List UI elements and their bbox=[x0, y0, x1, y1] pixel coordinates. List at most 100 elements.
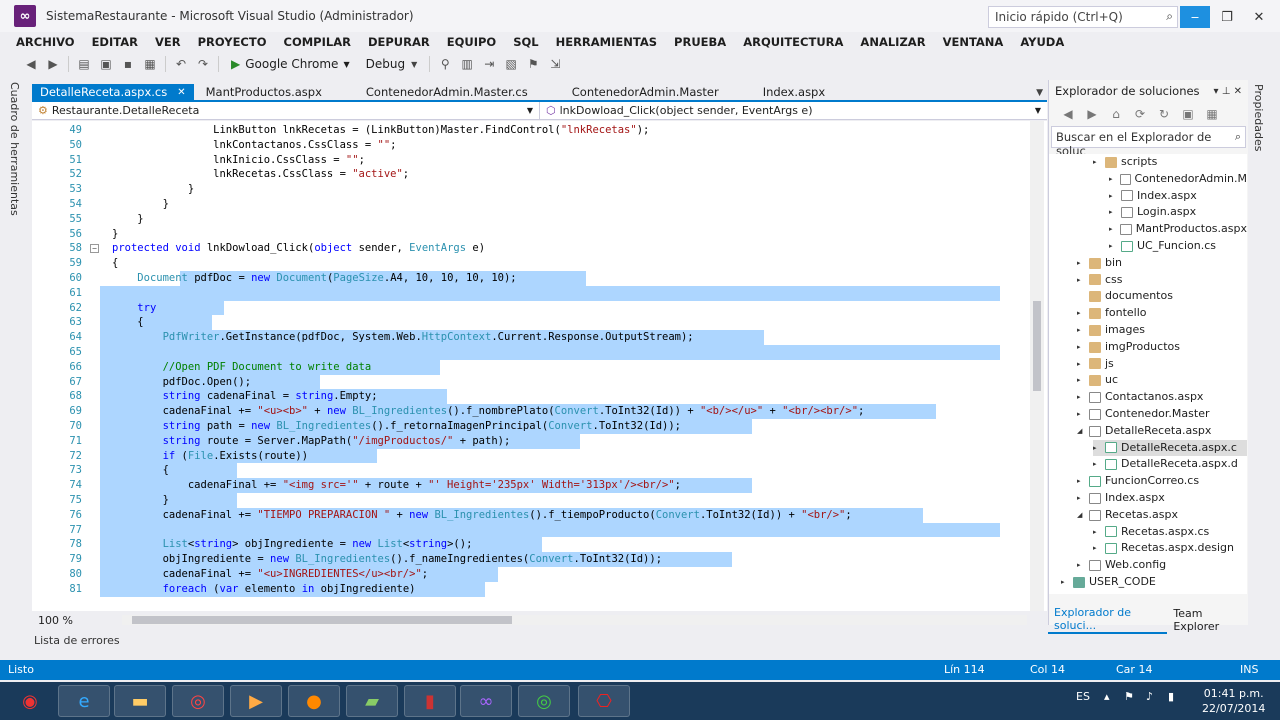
menu-herramientas[interactable]: HERRAMIENTAS bbox=[556, 35, 657, 49]
back-icon[interactable]: ◀ bbox=[24, 57, 38, 71]
tree-item[interactable]: ▸ uc bbox=[1077, 372, 1247, 389]
code-line[interactable]: 61 bbox=[32, 285, 1032, 301]
solution-search-input[interactable]: Buscar en el Explorador de soluc ⌕ bbox=[1051, 126, 1246, 158]
taskbar-app-dark[interactable]: ▮ bbox=[404, 685, 456, 717]
expand-arrow-icon[interactable]: ▸ bbox=[1077, 406, 1085, 423]
tab-contenedoradmin-cs[interactable]: ContenedorAdmin.Master.cs bbox=[330, 84, 536, 100]
tab-index[interactable]: Index.aspx bbox=[727, 84, 833, 100]
taskbar-chrome-2[interactable]: ◎ bbox=[518, 685, 570, 717]
expand-arrow-icon[interactable]: ▸ bbox=[1077, 490, 1085, 507]
chevron-down-icon[interactable]: ▼ bbox=[1032, 84, 1047, 100]
tree-item[interactable]: ▸ css bbox=[1077, 272, 1247, 289]
tree-item[interactable]: documentos bbox=[1077, 288, 1247, 305]
menu-editar[interactable]: EDITAR bbox=[92, 35, 138, 49]
close-button[interactable]: ✕ bbox=[1244, 6, 1274, 28]
tree-item[interactable]: ▸ fontello bbox=[1077, 305, 1247, 322]
forward-icon[interactable]: ▶ bbox=[46, 57, 60, 71]
tree-item[interactable]: ▸ Web.config bbox=[1077, 557, 1247, 574]
code-line[interactable]: 59 { bbox=[32, 256, 1032, 271]
collapse-icon[interactable]: − bbox=[90, 244, 99, 254]
tree-item[interactable]: ▸ Index.aspx bbox=[1077, 490, 1247, 507]
scrollbar-thumb[interactable] bbox=[132, 616, 512, 624]
code-line[interactable]: 56} bbox=[32, 227, 1032, 242]
code-line[interactable]: 54 } bbox=[32, 197, 1032, 212]
bookmark-next-icon[interactable]: ⇲ bbox=[548, 57, 562, 71]
code-line[interactable]: 67 pdfDoc.Open(); bbox=[32, 374, 1032, 390]
code-line[interactable]: 51 lnkInicio.CssClass = ""; bbox=[32, 153, 1032, 168]
properties-tab[interactable]: Propiedades bbox=[1252, 84, 1265, 151]
code-editor[interactable]: 49 LinkButton lnkRecetas = (LinkButton)M… bbox=[32, 121, 1047, 611]
menu-ventana[interactable]: VENTANA bbox=[943, 35, 1004, 49]
menu-compilar[interactable]: COMPILAR bbox=[284, 35, 351, 49]
code-line[interactable]: 52 lnkRecetas.CssClass = "active"; bbox=[32, 167, 1032, 182]
expand-arrow-icon[interactable]: ◢ bbox=[1077, 423, 1085, 440]
minimize-button[interactable]: ‒ bbox=[1180, 6, 1210, 28]
expand-arrow-icon[interactable]: ▸ bbox=[1093, 540, 1101, 557]
expand-arrow-icon[interactable]: ▸ bbox=[1109, 188, 1117, 205]
tree-item[interactable]: ◢ Recetas.aspx bbox=[1077, 507, 1247, 524]
expand-arrow-icon[interactable]: ▸ bbox=[1077, 272, 1085, 289]
toolbox-tab[interactable]: Cuadro de herramientas bbox=[8, 82, 21, 216]
tree-item[interactable]: ▸ Login.aspx bbox=[1109, 204, 1247, 221]
forward-icon[interactable]: ▶ bbox=[1085, 107, 1099, 121]
properties-icon[interactable]: ▦ bbox=[1205, 107, 1219, 121]
code-line[interactable]: 73 { bbox=[32, 463, 1032, 479]
new-project-icon[interactable]: ▤ bbox=[77, 57, 91, 71]
volume-icon[interactable]: ♪ bbox=[1146, 690, 1153, 703]
tree-item[interactable]: ▸ js bbox=[1077, 356, 1247, 373]
tree-item[interactable]: ▸ USER_CODE bbox=[1061, 574, 1247, 591]
menu-ver[interactable]: VER bbox=[155, 35, 181, 49]
menu-arquitectura[interactable]: ARQUITECTURA bbox=[743, 35, 843, 49]
menu-depurar[interactable]: DEPURAR bbox=[368, 35, 430, 49]
network-icon[interactable]: ▮ bbox=[1168, 690, 1174, 703]
quick-launch-input[interactable]: Inicio rápido (Ctrl+Q) ⌕ bbox=[988, 6, 1178, 28]
expand-arrow-icon[interactable]: ▸ bbox=[1077, 557, 1085, 574]
code-line[interactable]: 60 Document pdfDoc = new Document(PageSi… bbox=[32, 271, 1032, 286]
tree-item[interactable]: ▸ bin bbox=[1077, 255, 1247, 272]
expand-arrow-icon[interactable]: ▸ bbox=[1109, 204, 1117, 221]
code-line[interactable]: 81 foreach (var elemento in objIngredien… bbox=[32, 581, 1032, 597]
expand-arrow-icon[interactable]: ◢ bbox=[1077, 507, 1085, 524]
save-all-icon[interactable]: ▦ bbox=[143, 57, 157, 71]
collapse-all-icon[interactable]: ▣ bbox=[1181, 107, 1195, 121]
expand-arrow-icon[interactable]: ▸ bbox=[1077, 389, 1085, 406]
taskbar-media-player[interactable]: ▶ bbox=[230, 685, 282, 717]
menu-archivo[interactable]: ARCHIVO bbox=[16, 35, 75, 49]
code-line[interactable]: 50 lnkContactanos.CssClass = ""; bbox=[32, 138, 1032, 153]
tree-item[interactable]: ▸ scripts bbox=[1093, 154, 1247, 171]
menu-prueba[interactable]: PRUEBA bbox=[674, 35, 726, 49]
tray-up-arrow-icon[interactable]: ▴ bbox=[1104, 690, 1110, 703]
flag-icon[interactable]: ⚑ bbox=[1124, 690, 1134, 703]
taskbar-file-explorer[interactable]: ▬ bbox=[114, 685, 166, 717]
code-line[interactable]: 75 } bbox=[32, 493, 1032, 508]
taskbar-clock[interactable]: 01:41 p.m. 22/07/2014 bbox=[1202, 686, 1265, 716]
zoom-level[interactable]: 100 % bbox=[32, 614, 102, 627]
code-line[interactable]: 58− protected void lnkDowload_Click(objec… bbox=[32, 241, 1032, 256]
scrollbar-thumb[interactable] bbox=[1033, 301, 1041, 391]
back-icon[interactable]: ◀ bbox=[1061, 107, 1075, 121]
code-line[interactable]: 62 try bbox=[32, 300, 1032, 316]
expand-arrow-icon[interactable]: ▸ bbox=[1093, 524, 1101, 541]
taskbar-chrome[interactable]: ◎ bbox=[172, 685, 224, 717]
tree-item[interactable]: ▸ Recetas.aspx.cs bbox=[1093, 524, 1247, 541]
redo-icon[interactable]: ↷ bbox=[196, 57, 210, 71]
code-line[interactable]: 53 } bbox=[32, 182, 1032, 197]
code-line[interactable]: 76 cadenaFinal += "TIEMPO PREPARACION " … bbox=[32, 507, 1032, 523]
tree-item[interactable]: ▸ Contenedor.Master bbox=[1077, 406, 1247, 423]
expand-arrow-icon[interactable]: ▸ bbox=[1077, 255, 1085, 272]
tab-solution-explorer[interactable]: Explorador de soluci... bbox=[1048, 606, 1168, 634]
expand-arrow-icon[interactable]: ▸ bbox=[1109, 221, 1116, 238]
bookmark-icon[interactable]: ⚑ bbox=[526, 57, 540, 71]
code-line[interactable]: 77 bbox=[32, 522, 1032, 538]
expand-arrow-icon[interactable]: ▸ bbox=[1109, 238, 1117, 255]
save-icon[interactable]: ▪ bbox=[121, 57, 135, 71]
expand-arrow-icon[interactable]: ▸ bbox=[1077, 339, 1085, 356]
expand-arrow-icon[interactable]: ▸ bbox=[1061, 574, 1069, 591]
taskbar-internet-explorer[interactable]: e bbox=[58, 685, 110, 717]
tab-detallereceta-cs[interactable]: DetalleReceta.aspx.cs ✕ bbox=[32, 84, 194, 100]
code-line[interactable]: 72 if (File.Exists(route)) bbox=[32, 448, 1032, 464]
expand-arrow-icon[interactable]: ▸ bbox=[1093, 456, 1101, 473]
taskbar-app-green[interactable]: ▰ bbox=[346, 685, 398, 717]
taskbar-firefox[interactable]: ● bbox=[288, 685, 340, 717]
tree-item[interactable]: ▸ images bbox=[1077, 322, 1247, 339]
